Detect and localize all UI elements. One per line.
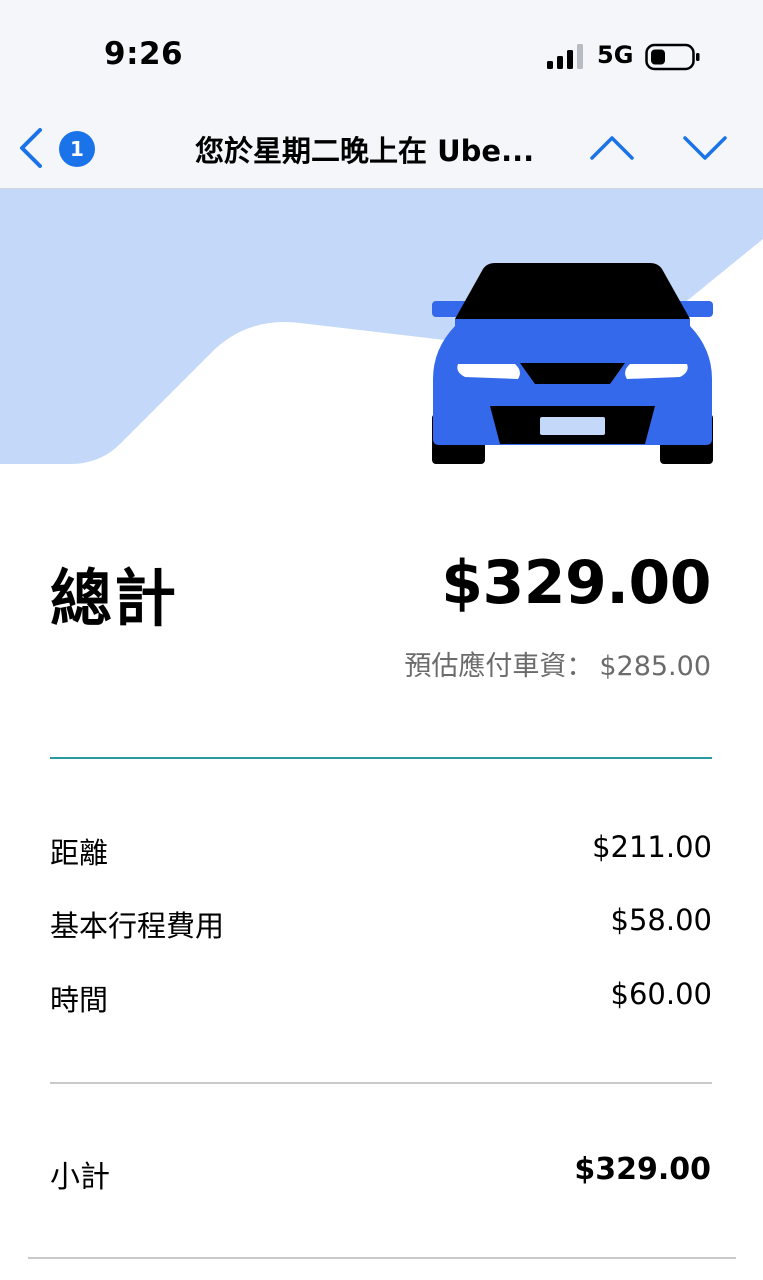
previous-message-button[interactable] xyxy=(585,124,639,172)
back-button[interactable]: 1 xyxy=(10,122,106,174)
fare-line-item: 距離 $211.00 xyxy=(50,830,712,870)
fare-line-amount: $211.00 xyxy=(592,830,712,864)
total-amount: $329.00 xyxy=(441,548,711,618)
fare-line-item: 基本行程費用 $58.00 xyxy=(50,903,712,943)
hero-banner xyxy=(0,189,763,469)
mail-nav-bar: 1 您於星期二晚上在 Ube... xyxy=(0,110,763,189)
cellular-signal-icon xyxy=(547,44,583,69)
fare-line-amount: $58.00 xyxy=(610,903,712,937)
battery-icon xyxy=(645,43,700,71)
network-type: 5G xyxy=(597,41,634,69)
next-message-button[interactable] xyxy=(678,124,732,172)
chevron-left-icon xyxy=(20,128,42,168)
fare-line-label: 時間 xyxy=(50,983,109,1017)
unread-count-badge: 1 xyxy=(59,131,95,167)
fare-line-label: 距離 xyxy=(50,836,109,870)
fare-line-label: 基本行程費用 xyxy=(50,909,225,943)
estimated-fare-amount: $285.00 xyxy=(599,651,711,682)
subtotal-amount: $329.00 xyxy=(574,1152,711,1187)
message-subject-title: 您於星期二晚上在 Ube... xyxy=(195,134,535,168)
fare-line-item: 時間 $60.00 xyxy=(50,977,712,1017)
car-icon xyxy=(0,189,763,464)
total-label: 總計 xyxy=(50,562,179,635)
section-divider xyxy=(50,757,712,759)
section-divider xyxy=(50,1082,712,1084)
estimated-fare-label: 預估應付車資： xyxy=(404,651,594,682)
fare-line-amount: $60.00 xyxy=(610,977,712,1011)
status-time: 9:26 xyxy=(104,36,184,72)
status-bar: 9:26 5G xyxy=(0,0,763,110)
subtotal-label: 小計 xyxy=(50,1160,110,1195)
section-divider xyxy=(28,1257,736,1259)
chevron-down-icon xyxy=(683,136,727,160)
chevron-up-icon xyxy=(590,136,634,160)
estimated-fare: 預估應付車資： $285.00 xyxy=(404,644,711,683)
